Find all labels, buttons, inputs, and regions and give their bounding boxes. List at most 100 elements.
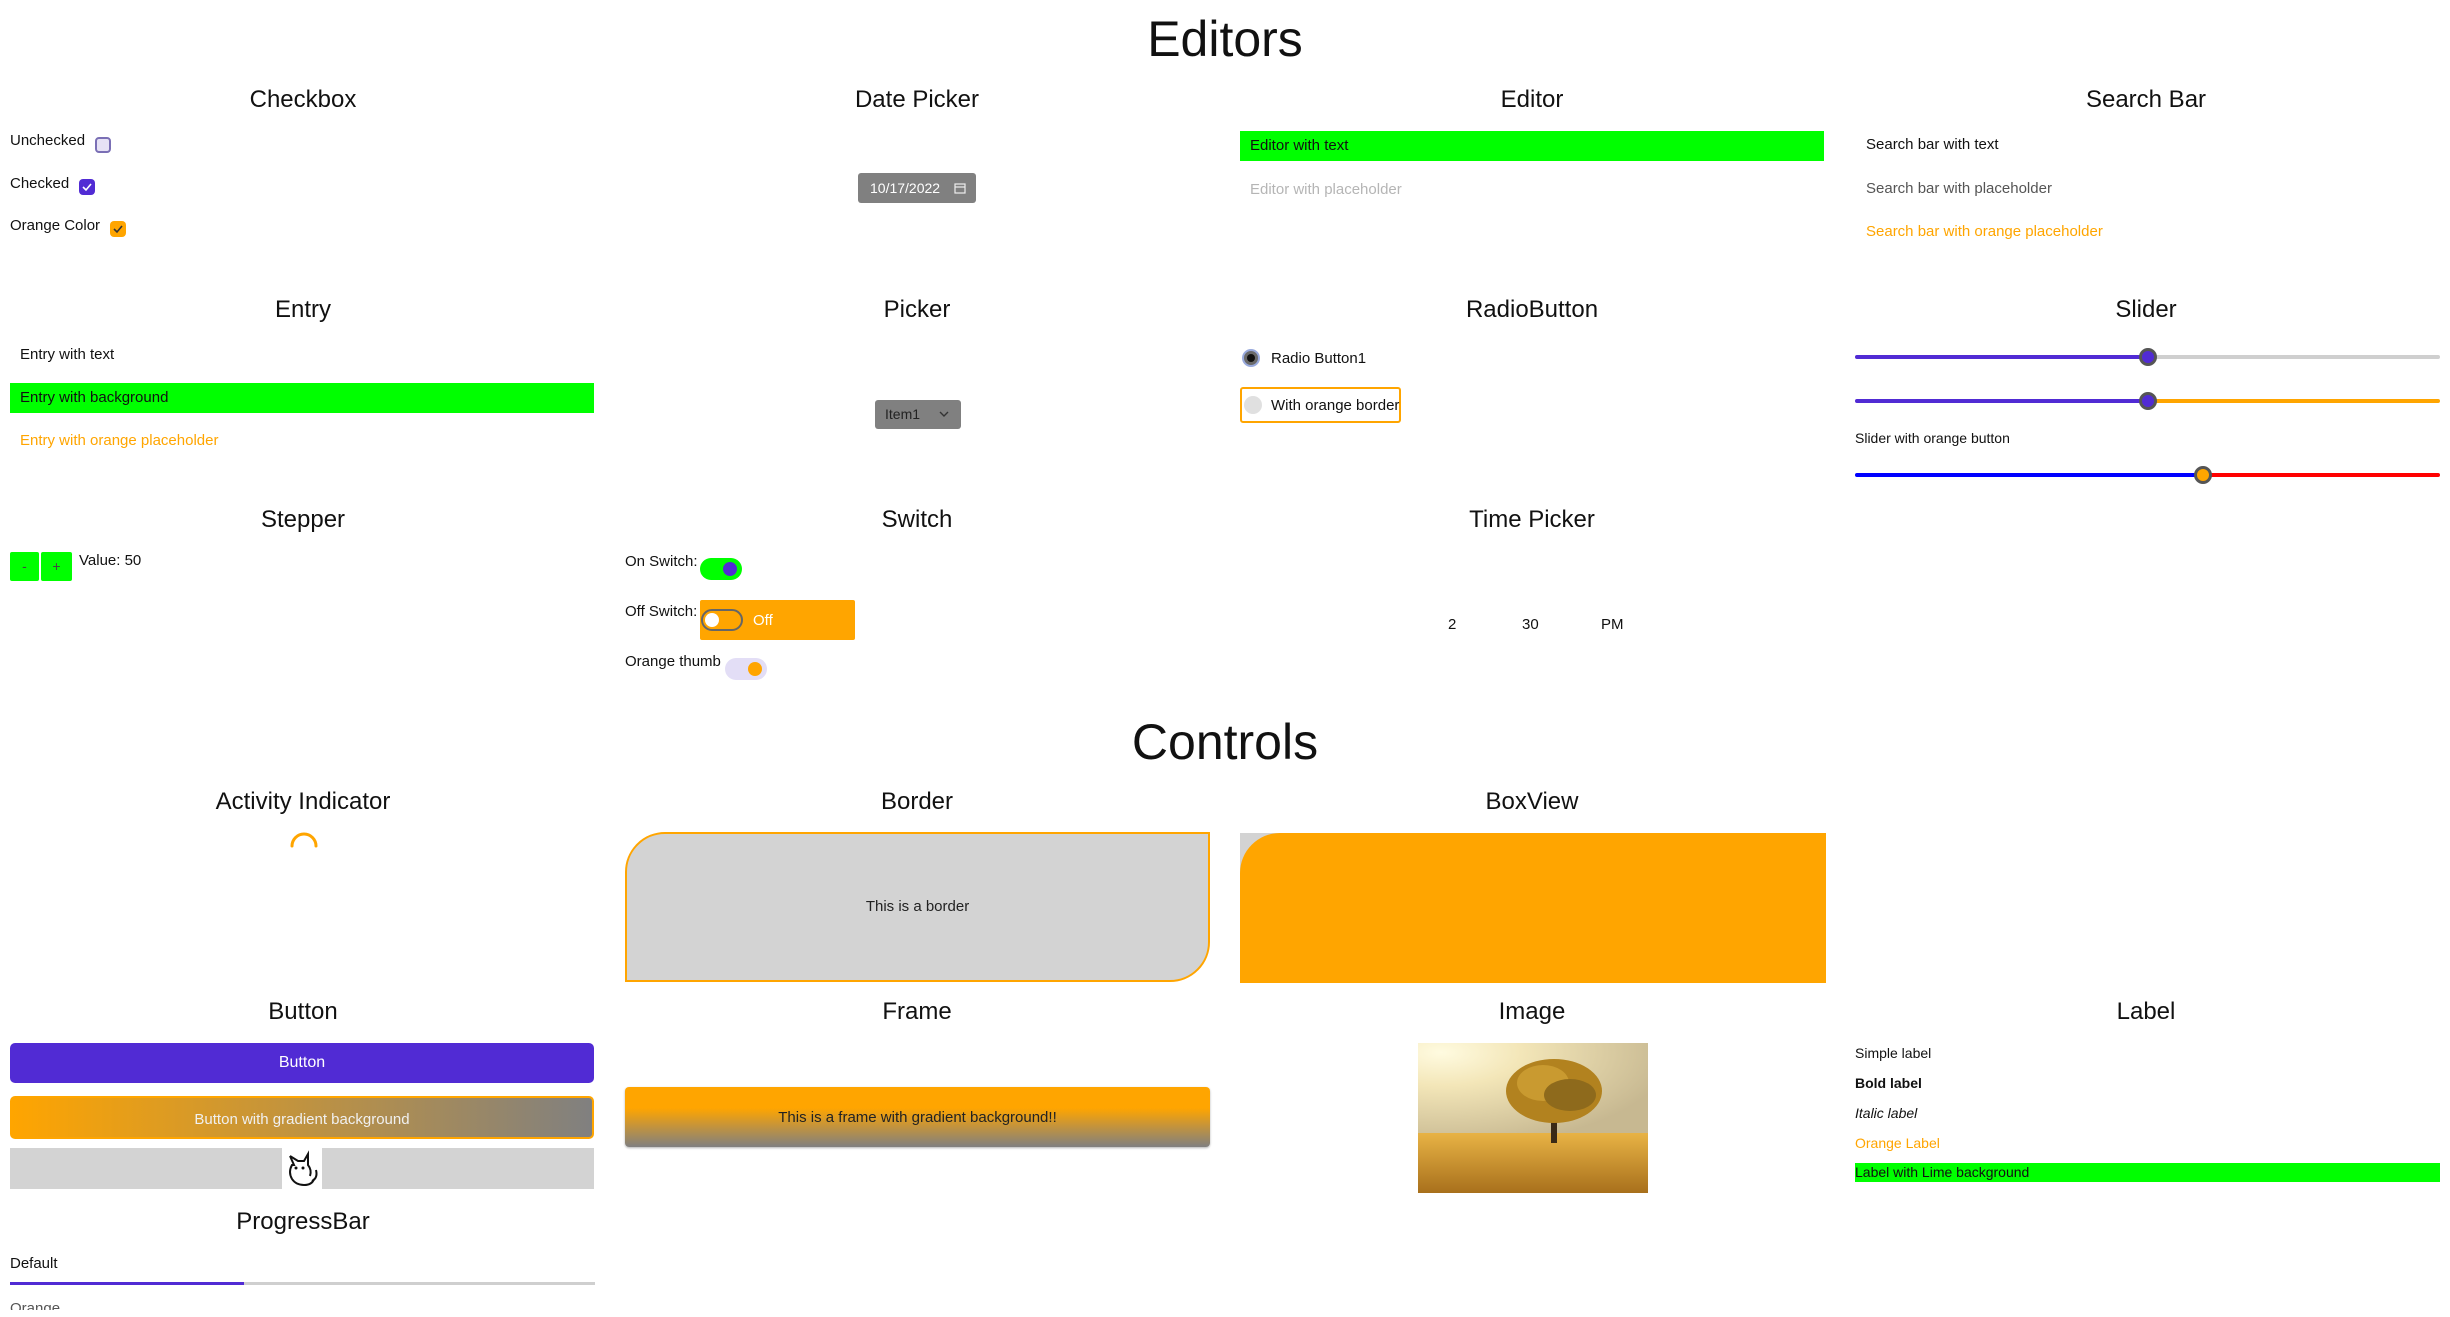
label-title: Label bbox=[2116, 998, 2176, 1025]
editor-title: Editor bbox=[1500, 86, 1564, 113]
activity-indicator-title: Activity Indicator bbox=[215, 788, 391, 815]
editor-with-text[interactable]: Editor with text bbox=[1240, 131, 1824, 161]
slider-orange-track[interactable] bbox=[1855, 391, 2440, 411]
off-switch-text: Off bbox=[753, 612, 773, 629]
radio-button1[interactable] bbox=[1242, 349, 1260, 367]
picker-selected-value: Item1 bbox=[885, 406, 921, 422]
italic-label: Italic label bbox=[1855, 1105, 1918, 1121]
search-bar-orange-placeholder[interactable]: Search bar with orange placeholder bbox=[1856, 217, 2440, 247]
simple-label: Simple label bbox=[1855, 1045, 1932, 1061]
slider-orange-button-label: Slider with orange button bbox=[1855, 430, 2010, 446]
slider-maximum-track bbox=[2203, 473, 2440, 477]
slider-orange-button[interactable] bbox=[1855, 465, 2440, 485]
entry-title: Entry bbox=[274, 296, 331, 323]
radiobutton-title: RadioButton bbox=[1465, 296, 1599, 323]
date-picker-title: Date Picker bbox=[854, 86, 980, 113]
switch-thumb bbox=[723, 562, 737, 576]
off-switch-label: Off Switch: bbox=[625, 603, 698, 620]
checkmark-icon bbox=[113, 225, 123, 234]
off-switch-container: Off bbox=[700, 600, 855, 640]
stepper-title: Stepper bbox=[260, 506, 346, 533]
progressbar-title: ProgressBar bbox=[236, 1208, 370, 1235]
calendar-icon bbox=[954, 183, 966, 194]
search-bar-with-text[interactable]: Search bar with text bbox=[1856, 130, 2440, 160]
orange-label: Orange Label bbox=[1855, 1135, 1940, 1151]
entry-with-text[interactable]: Entry with text bbox=[10, 340, 594, 370]
image-button[interactable] bbox=[10, 1148, 594, 1189]
editors-heading: Editors bbox=[1147, 11, 1303, 67]
progressbar-default-label: Default bbox=[10, 1255, 58, 1272]
orange-thumb-label: Orange thumb bbox=[625, 653, 721, 670]
image-title: Image bbox=[1498, 998, 1566, 1025]
time-picker-title: Time Picker bbox=[1469, 506, 1595, 533]
time-minute[interactable]: 30 bbox=[1522, 616, 1539, 633]
progressbar-default bbox=[10, 1282, 595, 1285]
picker[interactable]: Item1 bbox=[875, 400, 961, 429]
progressbar-orange-label: Orange bbox=[10, 1300, 61, 1310]
entry-orange-placeholder[interactable]: Entry with orange placeholder bbox=[10, 426, 594, 456]
checkmark-icon bbox=[82, 183, 92, 192]
slider-maximum-track bbox=[2148, 399, 2440, 403]
cat-icon bbox=[289, 1150, 318, 1187]
search-bar-title: Search Bar bbox=[2085, 86, 2207, 113]
slider-thumb[interactable] bbox=[2139, 392, 2157, 410]
unchecked-label: Unchecked bbox=[10, 132, 86, 149]
controls-heading: Controls bbox=[1131, 714, 1319, 770]
date-picker[interactable]: 10/17/2022 bbox=[858, 173, 976, 203]
picker-title: Picker bbox=[883, 296, 951, 323]
checkbox-title: Checkbox bbox=[249, 86, 357, 113]
slider-minimum-track bbox=[1855, 355, 2148, 359]
slider-thumb[interactable] bbox=[2194, 466, 2212, 484]
button-title: Button bbox=[268, 998, 338, 1025]
slider-thumb[interactable] bbox=[2139, 348, 2157, 366]
date-value: 10/17/2022 bbox=[870, 180, 941, 196]
boxview bbox=[1240, 833, 1826, 983]
border-title: Border bbox=[880, 788, 954, 815]
activity-spinner-icon bbox=[290, 832, 318, 848]
stepper-minus-button[interactable]: - bbox=[10, 552, 39, 581]
radio-circle-icon bbox=[1244, 396, 1262, 414]
border-box: This is a border bbox=[625, 832, 1210, 982]
gradient-button[interactable]: Button with gradient background bbox=[10, 1096, 594, 1139]
radio-orange-border-label: With orange border bbox=[1271, 397, 1400, 414]
orange-thumb-switch[interactable] bbox=[725, 658, 767, 680]
time-ampm[interactable]: PM bbox=[1601, 616, 1624, 633]
switch-thumb bbox=[705, 613, 719, 627]
frame-gradient: This is a frame with gradient background… bbox=[625, 1087, 1210, 1147]
entry-with-background[interactable]: Entry with background bbox=[10, 383, 594, 413]
slider-maximum-track bbox=[2148, 355, 2440, 359]
search-bar-placeholder[interactable]: Search bar with placeholder bbox=[1856, 174, 2440, 204]
primary-button[interactable]: Button bbox=[10, 1043, 594, 1083]
on-switch[interactable] bbox=[700, 558, 742, 580]
frame-title: Frame bbox=[882, 998, 952, 1025]
progressbar-default-fill bbox=[10, 1282, 244, 1285]
on-switch-label: On Switch: bbox=[625, 553, 698, 570]
slider-title: Slider bbox=[2115, 296, 2177, 323]
editor-placeholder[interactable]: Editor with placeholder bbox=[1240, 175, 1824, 205]
frame-text: This is a frame with gradient background… bbox=[778, 1109, 1057, 1126]
stepper-plus-button[interactable]: + bbox=[41, 552, 72, 581]
border-text: This is a border bbox=[865, 898, 970, 915]
radio-orange-border[interactable]: With orange border bbox=[1240, 387, 1401, 423]
checked-checkbox[interactable] bbox=[79, 179, 95, 195]
unchecked-checkbox[interactable] bbox=[95, 137, 111, 153]
boxview-background bbox=[1240, 833, 1826, 983]
off-switch[interactable] bbox=[701, 609, 743, 631]
chevron-down-icon bbox=[939, 411, 949, 417]
time-hour[interactable]: 2 bbox=[1448, 616, 1456, 633]
checked-label: Checked bbox=[10, 175, 70, 192]
lime-background-label: Label with Lime background bbox=[1855, 1163, 2440, 1182]
slider-minimum-track bbox=[1855, 399, 2148, 403]
radio-dot-icon bbox=[1247, 354, 1255, 362]
orange-checkbox[interactable] bbox=[110, 221, 126, 237]
image-button-bg bbox=[282, 1148, 322, 1189]
switch-title: Switch bbox=[881, 506, 953, 533]
switch-thumb bbox=[748, 662, 762, 676]
stepper-value: Value: 50 bbox=[79, 552, 142, 569]
orange-checkbox-label: Orange Color bbox=[10, 217, 101, 234]
tree-field-image bbox=[1418, 1043, 1648, 1193]
bold-label: Bold label bbox=[1855, 1075, 1922, 1091]
slider-default[interactable] bbox=[1855, 347, 2440, 367]
radio-button1-label: Radio Button1 bbox=[1271, 350, 1367, 367]
boxview-title: BoxView bbox=[1485, 788, 1579, 815]
